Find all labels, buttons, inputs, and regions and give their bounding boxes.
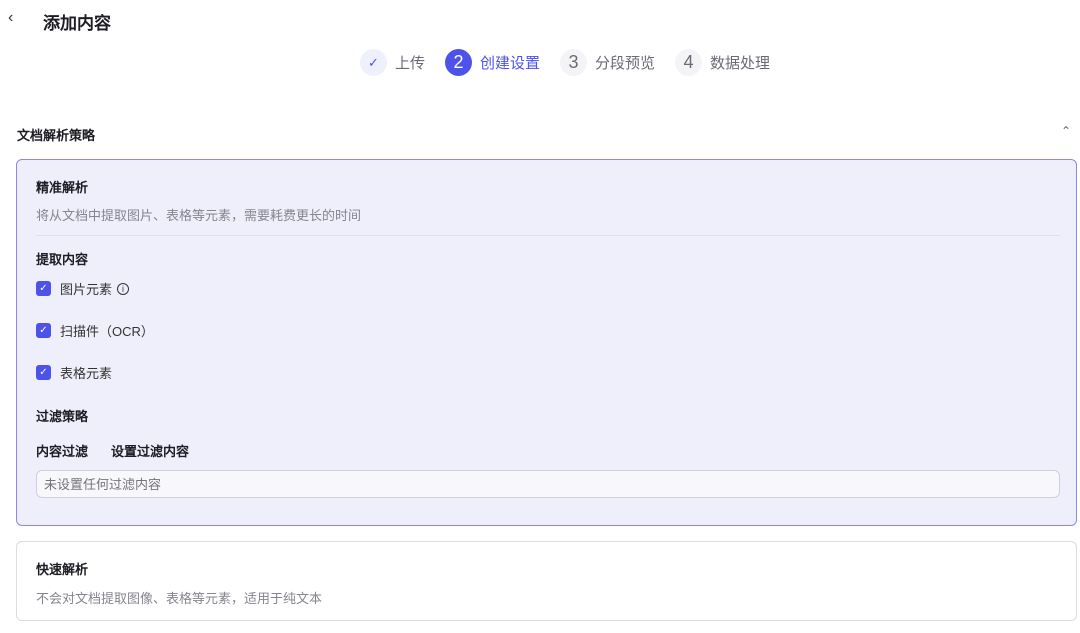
card-title: 快速解析: [36, 562, 89, 577]
step-label: 数据处理: [710, 55, 771, 72]
checkbox-ocr[interactable]: ✓ 扫描件（OCR）: [36, 321, 154, 340]
checkbox-label: 表格元素: [60, 366, 113, 381]
filter-title: 过滤策略: [36, 409, 89, 424]
info-icon[interactable]: i: [117, 282, 130, 295]
step-number: 3: [560, 49, 588, 76]
set-filter-link[interactable]: 设置过滤内容: [111, 441, 189, 460]
filter-label: 内容过滤: [36, 444, 89, 459]
chevron-up-icon[interactable]: ⌃: [1061, 124, 1071, 138]
step-label: 创建设置: [480, 55, 541, 72]
step-label: 上传: [395, 55, 426, 72]
filter-input[interactable]: [36, 470, 1060, 498]
checkbox-checked-icon: ✓: [36, 323, 51, 338]
step-preview[interactable]: 3 分段预览: [560, 49, 655, 76]
checkbox-checked-icon: ✓: [36, 365, 51, 380]
precise-parse-card[interactable]: 精准解析 将从文档中提取图片、表格等元素，需要耗费更长的时间 提取内容 ✓ 图片元…: [16, 159, 1077, 526]
step-settings[interactable]: 2 创建设置: [445, 49, 540, 76]
step-number: 4: [675, 49, 703, 76]
checkbox-image[interactable]: ✓ 图片元素 i: [36, 279, 130, 298]
back-icon[interactable]: ‹: [8, 9, 24, 29]
checkbox-table[interactable]: ✓ 表格元素: [36, 363, 112, 382]
step-number: 2: [445, 49, 473, 76]
fast-parse-card[interactable]: 快速解析 不会对文档提取图像、表格等元素，适用于纯文本: [16, 541, 1077, 621]
checkbox-checked-icon: ✓: [36, 281, 51, 296]
step-label: 分段预览: [595, 55, 656, 72]
card-title: 精准解析: [36, 180, 89, 195]
step-upload[interactable]: ✓ 上传: [360, 49, 425, 76]
page-title: 添加内容: [43, 14, 111, 33]
checkbox-label: 图片元素: [60, 282, 113, 297]
card-desc: 将从文档中提取图片、表格等元素，需要耗费更长的时间: [36, 208, 362, 223]
check-icon: ✓: [360, 49, 387, 76]
card-desc: 不会对文档提取图像、表格等元素，适用于纯文本: [36, 591, 323, 606]
divider: [36, 235, 1060, 236]
step-processing[interactable]: 4 数据处理: [675, 49, 770, 76]
stepper: ✓ 上传 2 创建设置 3 分段预览 4 数据处理: [360, 49, 790, 76]
section-title: 文档解析策略: [17, 128, 96, 143]
checkbox-label: 扫描件（OCR）: [60, 324, 154, 339]
extract-title: 提取内容: [36, 252, 89, 267]
